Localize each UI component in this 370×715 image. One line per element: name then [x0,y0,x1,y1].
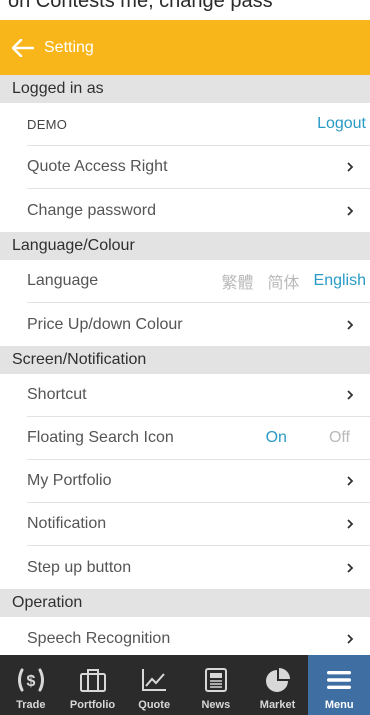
item-label: Floating Search Icon [27,429,174,446]
username-label: DEMO [27,116,68,132]
nav-tab-trade[interactable]: $ Trade [0,655,62,715]
nav-tab-quote[interactable]: Quote [123,655,185,715]
step-up-button-item[interactable]: Step up button [27,546,370,589]
page-title: Setting [44,38,94,56]
chevron-right-icon [344,562,356,574]
chart-line-icon [136,663,172,697]
item-label: Price Up/down Colour [27,315,183,333]
chevron-right-icon [344,389,356,401]
price-colour-item[interactable]: Price Up/down Colour [27,303,370,346]
nav-tab-market[interactable]: Market [247,655,309,715]
toggle-on-option[interactable]: On [266,429,287,447]
cropped-top-text: on Contests me, change pass [0,0,370,20]
my-portfolio-item[interactable]: My Portfolio [27,460,370,503]
quote-access-right-item[interactable]: Quote Access Right [27,146,370,189]
section-language-colour: Language/Colour [0,232,370,260]
briefcase-icon [75,663,111,697]
item-label: Notification [27,515,107,532]
nav-label: Menu [324,699,354,711]
cropped-text: on Contests me, change pass [8,0,273,12]
nav-tab-menu[interactable]: Menu [308,655,370,715]
change-password-item[interactable]: Change password [27,189,370,232]
nav-label: Market [259,699,296,711]
dollar-icon: $ [13,663,49,697]
item-label: Step up button [27,558,132,576]
section-title: Operation [12,594,83,611]
language-option-simplified[interactable]: 简体 [268,269,300,293]
chevron-right-icon [344,633,356,645]
user-row: DEMO Logout [27,103,370,146]
chevron-right-icon [344,518,356,530]
nav-label: Quote [138,699,171,711]
toggle-off-option[interactable]: Off [329,429,350,447]
speech-recognition-item[interactable]: Speech Recognition [27,617,370,655]
back-arrow-icon[interactable] [12,36,40,60]
nav-label: Portfolio [69,699,116,711]
language-row: Language 繁體 简体 English [27,260,370,303]
notification-item[interactable]: Notification [27,503,370,546]
item-label: Language [27,272,99,289]
shortcut-item[interactable]: Shortcut [27,374,370,417]
logout-button[interactable]: Logout [317,115,366,133]
section-title: Language/Colour [12,237,135,254]
section-screen-notification: Screen/Notification [0,346,370,374]
item-label: Shortcut [27,386,87,403]
nav-label: News [201,699,231,711]
chevron-right-icon [344,161,356,173]
section-logged-in: Logged in as [0,75,370,103]
item-label: Quote Access Right [27,158,168,175]
floating-search-toggle: On Off [266,429,356,447]
settings-list: Logged in as DEMO Logout Quote Access Ri… [0,75,370,655]
nav-tab-portfolio[interactable]: Portfolio [62,655,124,715]
app-header: Setting [0,20,370,75]
floating-search-icon-row: Floating Search Icon On Off [27,417,370,460]
pie-chart-icon [260,663,296,697]
chevron-right-icon [344,319,356,331]
section-title: Logged in as [12,80,104,97]
item-label: Change password [27,201,156,219]
svg-text:$: $ [26,673,35,690]
newspaper-icon [198,663,234,697]
hamburger-menu-icon [321,663,357,697]
nav-label: Trade [16,699,46,711]
nav-tab-news[interactable]: News [185,655,247,715]
language-options: 繁體 简体 English [221,269,366,293]
section-operation: Operation [0,589,370,617]
section-title: Screen/Notification [12,351,147,368]
language-option-traditional[interactable]: 繁體 [221,269,253,293]
bottom-navigation: $ Trade Portfolio Quote News Market Menu [0,655,370,715]
chevron-right-icon [344,475,356,487]
chevron-right-icon [344,205,356,217]
item-label: My Portfolio [27,472,112,489]
item-label: Speech Recognition [27,629,171,647]
language-option-english[interactable]: English [314,272,366,290]
